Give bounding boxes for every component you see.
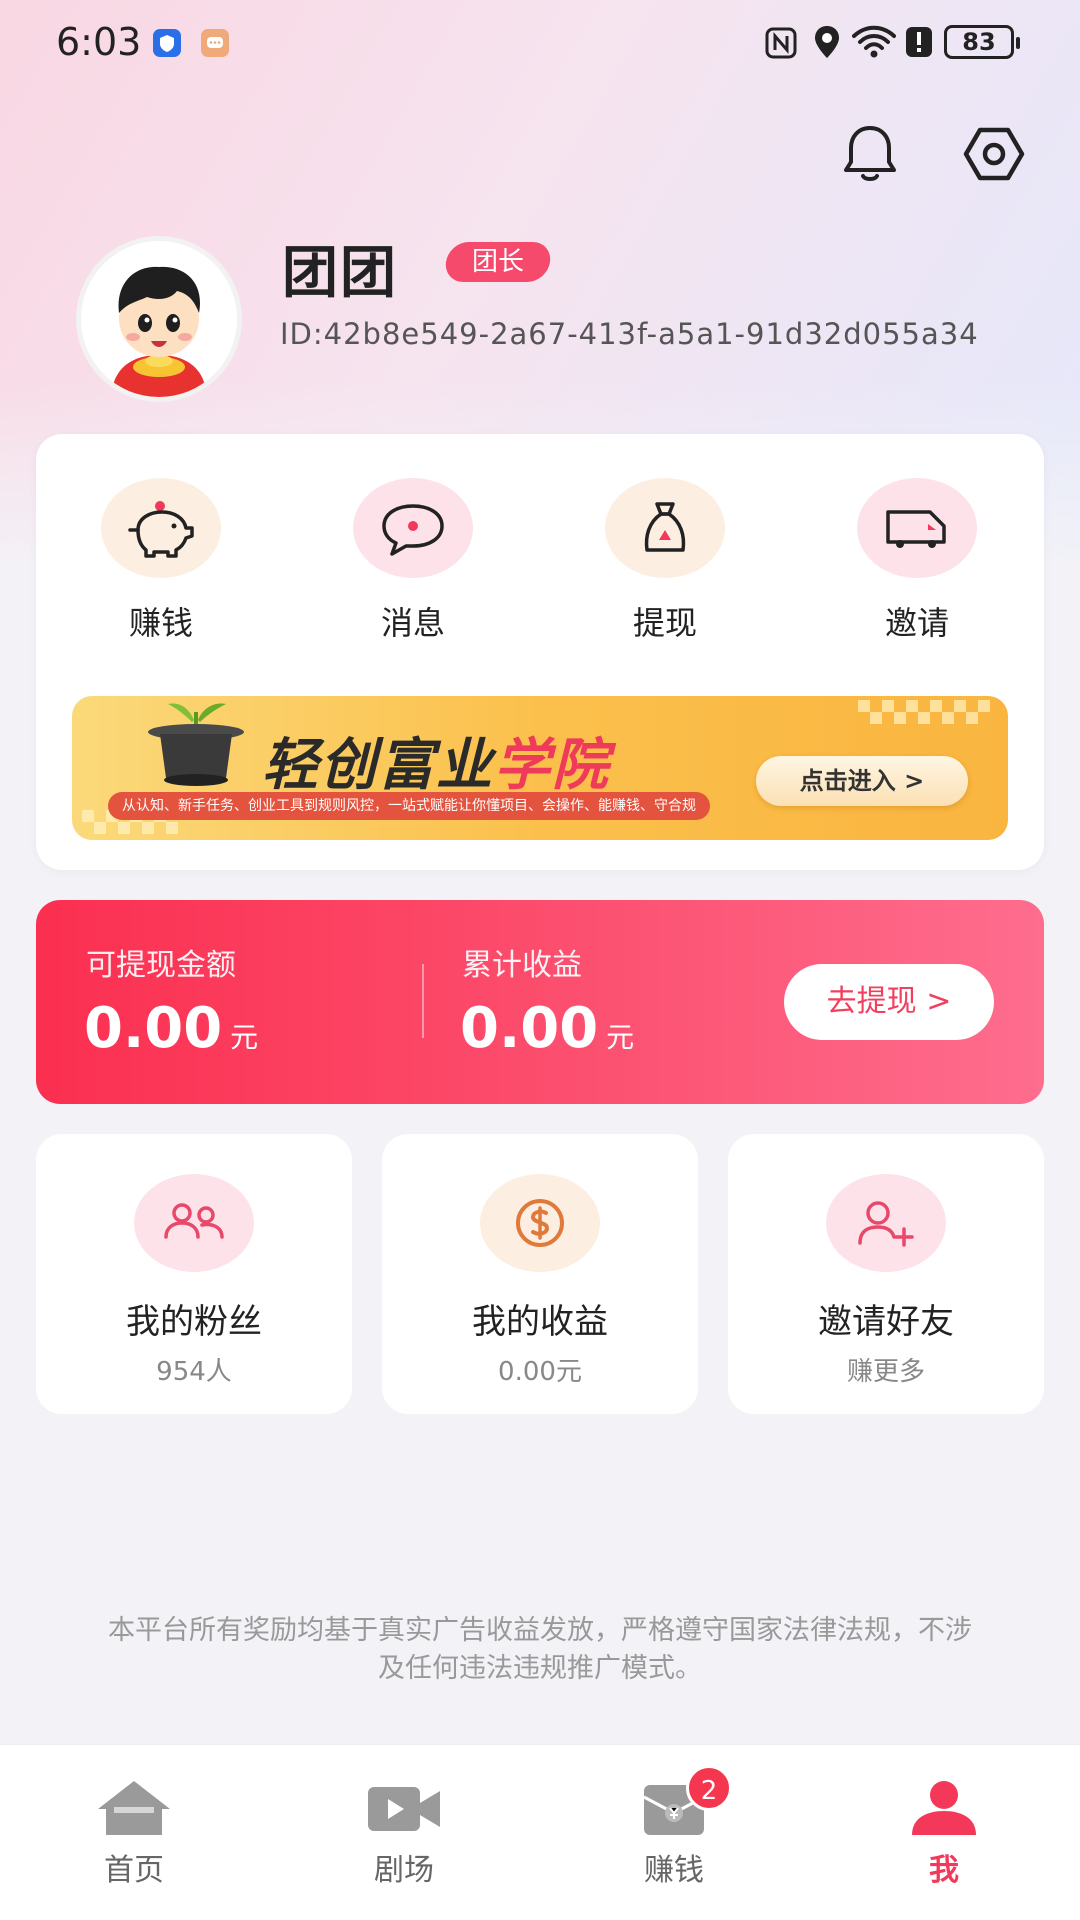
tab-badge: 2	[686, 1765, 732, 1811]
disclaimer-text: 本平台所有奖励均基于真实广告收益发放，严格遵守国家法律法规，不涉及任何违法违规推…	[108, 1615, 972, 1684]
location-icon	[815, 26, 839, 58]
avatar[interactable]	[76, 236, 242, 402]
banner-enter-button[interactable]: 点击进入 >	[756, 756, 968, 806]
tab-label: 剧场	[374, 1853, 434, 1888]
quick-actions-card: 赚钱 消息 提现 邀请 轻创富业学院 从认知、新手任务、创业工具到规则风控，一站…	[36, 434, 1044, 870]
tab-theater[interactable]: 剧场	[334, 1777, 474, 1889]
avatar-cartoon-boy	[81, 241, 237, 397]
stat-title: 我的粉丝	[126, 1302, 262, 1342]
withdrawable-label: 可提现金额	[86, 948, 236, 983]
currency-unit: 元	[230, 1021, 259, 1054]
shield-app-icon	[153, 29, 181, 57]
alert-icon	[906, 27, 932, 57]
fans-icon	[164, 1203, 224, 1239]
total-earnings-amount: 0.00 元	[460, 996, 634, 1061]
status-bar: 6:03 83	[0, 0, 1080, 84]
status-time: 6:03	[56, 20, 142, 64]
stat-subtitle: 954人	[156, 1357, 232, 1387]
quick-action-label: 邀请	[884, 604, 949, 642]
stat-card-invite[interactable]: 邀请好友 赚更多	[728, 1134, 1044, 1414]
stat-circle	[480, 1174, 600, 1272]
piggy-bank-icon	[128, 501, 194, 558]
quick-circle	[101, 478, 221, 578]
quick-action-label: 消息	[380, 604, 445, 642]
coin-icon	[516, 1199, 564, 1247]
stat-title: 我的收益	[472, 1302, 608, 1342]
money-bag-icon	[644, 502, 686, 552]
banner-title: 轻创富业学院	[262, 720, 610, 801]
quick-circle	[857, 478, 977, 578]
quick-action-label: 赚钱	[128, 604, 193, 642]
bell-icon[interactable]	[834, 118, 906, 190]
quick-circle	[605, 478, 725, 578]
user-icon	[912, 1781, 976, 1835]
battery-indicator: 83	[944, 25, 1020, 59]
currency-unit: 元	[606, 1021, 635, 1054]
earnings-divider	[422, 964, 424, 1038]
add-user-icon	[858, 1201, 914, 1247]
stat-title: 邀请好友	[818, 1302, 954, 1342]
user-id: ID:42b8e549-2a67-413f-a5a1-91d32d055a34	[280, 317, 979, 351]
stat-card-fans[interactable]: 我的粉丝 954人	[36, 1134, 352, 1414]
earnings-card: 可提现金额 0.00 元 累计收益 0.00 元 去提现 >	[36, 900, 1044, 1104]
total-earnings-label: 累计收益	[462, 948, 582, 983]
quick-action-messages[interactable]: 消息	[333, 478, 493, 644]
magic-hat-icon	[148, 703, 244, 786]
tab-home[interactable]: 首页	[64, 1777, 204, 1889]
home-icon	[98, 1781, 170, 1835]
withdrawable-value: 0.00	[84, 996, 223, 1061]
tab-label: 赚钱	[644, 1853, 704, 1888]
tab-me[interactable]: 我	[874, 1777, 1014, 1889]
stat-circle	[134, 1174, 254, 1272]
checker-decoration-top	[858, 700, 990, 724]
nfc-icon	[765, 27, 797, 59]
quick-action-label: 提现	[632, 604, 697, 642]
wifi-icon	[852, 25, 896, 58]
nickname: 团团	[282, 241, 398, 306]
stat-subtitle: 赚更多	[846, 1357, 925, 1387]
bottom-tab-bar: 首页 剧场 2 赚钱 我	[0, 1744, 1080, 1920]
truck-icon	[886, 510, 946, 548]
banner-title-main: 轻创富业	[262, 733, 494, 798]
message-app-icon	[201, 29, 229, 57]
tab-label: 我	[929, 1853, 959, 1888]
quick-action-withdraw[interactable]: 提现	[585, 478, 745, 644]
role-badge: 团长	[443, 242, 553, 282]
banner-subtitle: 从认知、新手任务、创业工具到规则风控，一站式赋能让你懂项目、会操作、能赚钱、守合…	[108, 792, 710, 820]
stat-subtitle: 0.00元	[498, 1357, 582, 1387]
stat-circle	[826, 1174, 946, 1272]
quick-action-invite[interactable]: 邀请	[837, 478, 997, 644]
banner-title-accent: 学院	[494, 733, 610, 798]
academy-banner[interactable]: 轻创富业学院 从认知、新手任务、创业工具到规则风控，一站式赋能让你懂项目、会操作…	[72, 696, 1008, 840]
chat-bubble-icon	[382, 504, 444, 556]
withdrawable-amount: 0.00 元	[84, 996, 258, 1061]
go-withdraw-button[interactable]: 去提现 >	[784, 964, 994, 1040]
quick-action-earn[interactable]: 赚钱	[81, 478, 241, 644]
total-earnings-value: 0.00	[460, 996, 599, 1061]
stat-card-earnings[interactable]: 我的收益 0.00元	[382, 1134, 698, 1414]
settings-icon[interactable]	[958, 118, 1030, 190]
tab-label: 首页	[104, 1853, 164, 1888]
role-badge-label: 团长	[472, 247, 525, 277]
video-icon	[368, 1787, 440, 1831]
quick-circle	[353, 478, 473, 578]
tab-earn[interactable]: 2 赚钱	[604, 1765, 744, 1889]
